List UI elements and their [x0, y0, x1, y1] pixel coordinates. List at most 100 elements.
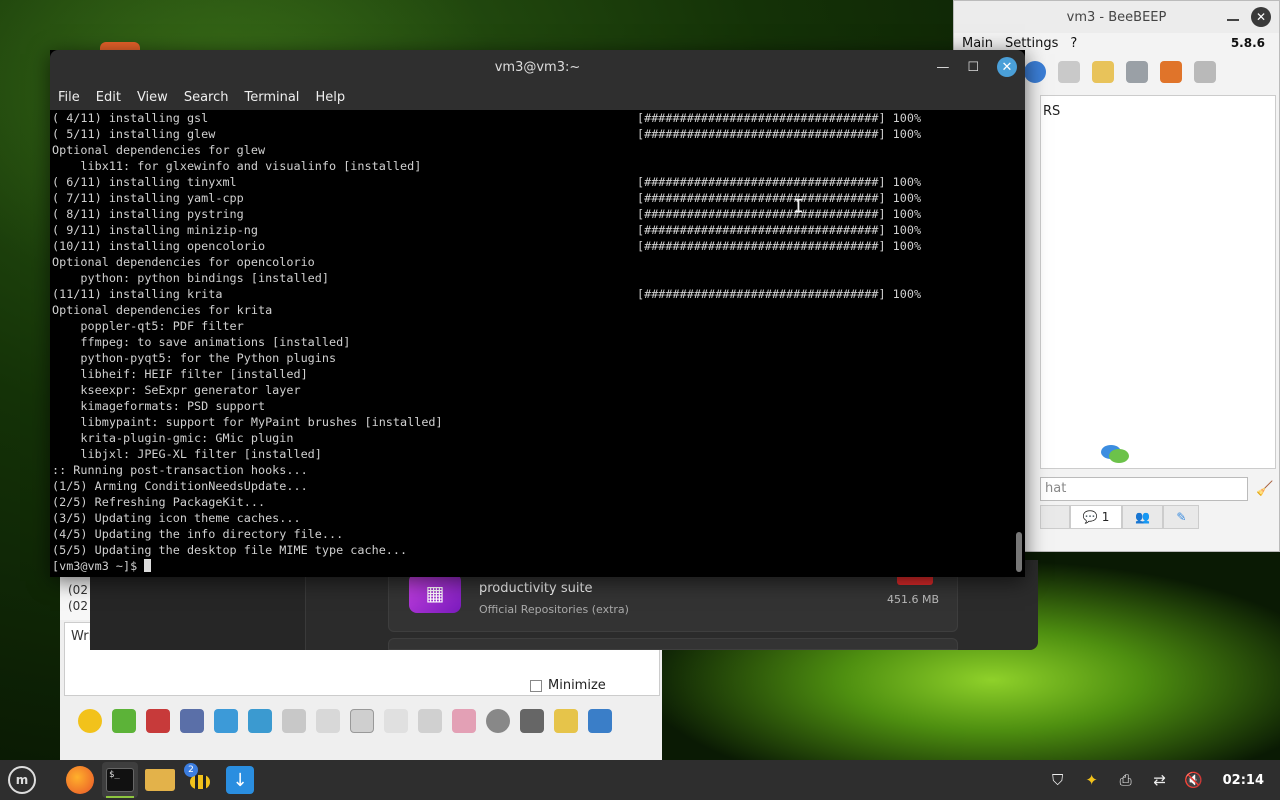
terminal-line-text: Optional dependencies for glew — [52, 143, 266, 157]
minimize-checkbox[interactable]: Minimize — [530, 678, 606, 693]
beebeep-menu-help[interactable]: ? — [1070, 36, 1077, 51]
menu-file[interactable]: File — [52, 90, 86, 105]
terminal-output[interactable]: ( 4/11) installing gsl [#################… — [50, 110, 1012, 577]
terminal-prompt-line[interactable]: [vm3@vm3 ~]$ — [52, 558, 1010, 574]
terminal-line-text: libheif: HEIF filter [installed] — [52, 367, 308, 381]
folder-icon — [145, 769, 175, 791]
menu-terminal[interactable]: Terminal — [238, 90, 305, 105]
terminal-launcher[interactable]: $_ — [102, 762, 138, 798]
terminal-line-text: kimageformats: PSD support — [52, 399, 266, 413]
terminal-line: python: python bindings [installed] — [52, 270, 1010, 286]
clear-chat-icon[interactable]: 🧹 — [1256, 481, 1273, 497]
printer-icon[interactable]: ⎙ — [1117, 771, 1135, 789]
mint-menu-icon: m — [8, 766, 36, 794]
emoji-icon[interactable] — [78, 709, 102, 733]
terminal-line-text: (1/5) Arming ConditionNeedsUpdate... — [52, 479, 308, 493]
beebeep-users-panel: RS — [1040, 95, 1276, 469]
menu-edit[interactable]: Edit — [90, 90, 127, 105]
terminal-line: (1/5) Arming ConditionNeedsUpdate... — [52, 478, 1010, 494]
volume-muted-icon[interactable]: 🔇 — [1184, 771, 1203, 789]
software-app-name: productivity suite — [479, 581, 593, 596]
folder-share-icon[interactable] — [1058, 61, 1080, 83]
send-down-icon[interactable] — [112, 709, 136, 733]
progress-bar-text: [#################################] 100% — [637, 287, 922, 301]
close-icon[interactable]: ✕ — [997, 57, 1017, 77]
tab-files[interactable]: ✎ — [1163, 505, 1200, 529]
files-launcher[interactable] — [142, 762, 178, 798]
terminal-line-text: (11/11) installing krita — [52, 287, 223, 301]
screenshot-icon[interactable] — [520, 709, 544, 733]
shield-icon[interactable]: ⛉ — [1049, 771, 1067, 789]
chat-tab-count: 1 — [1101, 510, 1110, 524]
record-icon[interactable] — [486, 709, 510, 733]
terminal-line: ( 6/11) installing tinyxml [#############… — [52, 174, 1010, 190]
minimize-icon[interactable]: — — [936, 60, 949, 75]
tab-groups[interactable]: 👥 — [1122, 505, 1164, 529]
terminal-scrollbar[interactable] — [1015, 112, 1023, 574]
music-icon[interactable] — [350, 709, 374, 733]
system-tray: ⛉ ✦ ⎙ ⇄ 🔇 02:14 — [1049, 760, 1264, 800]
menu-help[interactable]: Help — [309, 90, 351, 105]
edit-icon[interactable] — [1092, 61, 1114, 83]
terminal-line-text: (5/5) Updating the desktop file MIME typ… — [52, 543, 408, 557]
tab-chats[interactable]: 💬 1 — [1069, 505, 1123, 529]
spellcheck-icon[interactable] — [282, 709, 306, 733]
terminal-icon: $_ — [106, 768, 134, 792]
terminal-line-text: Optional dependencies for opencolorio — [52, 255, 315, 269]
beebeep-launcher[interactable]: 2 — [182, 762, 218, 798]
terminal-line: :: Running post-transaction hooks... — [52, 462, 1010, 478]
terminal-line: (11/11) installing krita [###############… — [52, 286, 1010, 302]
terminal-line-text: ( 7/11) installing yaml-cpp — [52, 191, 244, 205]
clock[interactable]: 02:14 — [1223, 773, 1264, 788]
tab-previous[interactable] — [1040, 505, 1070, 529]
beebeep-minimize-button[interactable] — [1227, 19, 1239, 21]
terminal-line: ffmpeg: to save animations [installed] — [52, 334, 1010, 350]
terminal-line-text: :: Running post-transaction hooks... — [52, 463, 308, 477]
maximize-icon[interactable]: ☐ — [967, 60, 979, 75]
settings-gear-icon[interactable] — [248, 709, 272, 733]
trash-icon[interactable] — [1194, 61, 1216, 83]
beebeep-close-button[interactable]: ✕ — [1251, 7, 1271, 27]
beebeep-menu-main[interactable]: Main — [962, 36, 993, 51]
network-tray-icon[interactable]: ⇄ — [1151, 771, 1169, 789]
filter-icon[interactable] — [214, 709, 238, 733]
network-icon[interactable] — [1024, 61, 1046, 83]
font-icon[interactable] — [316, 709, 340, 733]
update-manager-launcher[interactable]: ↓ — [222, 762, 258, 798]
text-format-icon[interactable] — [146, 709, 170, 733]
software-result-card[interactable] — [388, 638, 958, 650]
progress-bar-text: [#################################] 100% — [637, 127, 922, 141]
terminal-line: kimageformats: PSD support — [52, 398, 1010, 414]
file-icon[interactable] — [384, 709, 408, 733]
tools-icon[interactable] — [1126, 61, 1148, 83]
bee-tray-icon[interactable]: ✦ — [1083, 771, 1101, 789]
beebeep-menu-settings[interactable]: Settings — [1005, 36, 1058, 51]
note-icon[interactable] — [554, 709, 578, 733]
chat-input[interactable]: hat — [1040, 477, 1248, 501]
terminal-line: (5/5) Updating the desktop file MIME typ… — [52, 542, 1010, 558]
menu-view[interactable]: View — [131, 90, 174, 105]
progress-bar-text: [#################################] 100% — [637, 207, 922, 221]
message-line: (02 — [68, 583, 88, 597]
progress-bar-text: [#################################] 100% — [637, 191, 922, 205]
terminal-line-text: ( 8/11) installing pystring — [52, 207, 244, 221]
progress-bar-text: [#################################] 100% — [637, 175, 922, 189]
terminal-line: libheif: HEIF filter [installed] — [52, 366, 1010, 382]
beebeep-panel-label: RS — [1043, 104, 1061, 119]
menu-search[interactable]: Search — [178, 90, 235, 105]
terminal-line-text: python: python bindings [installed] — [52, 271, 329, 285]
progress-bar-text: [#################################] 100% — [637, 239, 922, 253]
code-icon[interactable] — [452, 709, 476, 733]
forward-icon[interactable] — [418, 709, 442, 733]
pen-icon[interactable] — [180, 709, 204, 733]
save-icon[interactable] — [588, 709, 612, 733]
scrollbar-thumb[interactable] — [1016, 532, 1022, 572]
menu-button[interactable]: m — [4, 762, 40, 798]
upgrade-icon[interactable] — [1160, 61, 1182, 83]
firefox-launcher[interactable] — [62, 762, 98, 798]
terminal-line: ( 9/11) installing minizip-ng [##########… — [52, 222, 1010, 238]
terminal-line: Optional dependencies for glew — [52, 142, 1010, 158]
checkbox-box[interactable] — [530, 679, 542, 692]
terminal-line-text: libmypaint: support for MyPaint brushes … — [52, 415, 443, 429]
terminal-line: ( 5/11) installing glew [################… — [52, 126, 1010, 142]
